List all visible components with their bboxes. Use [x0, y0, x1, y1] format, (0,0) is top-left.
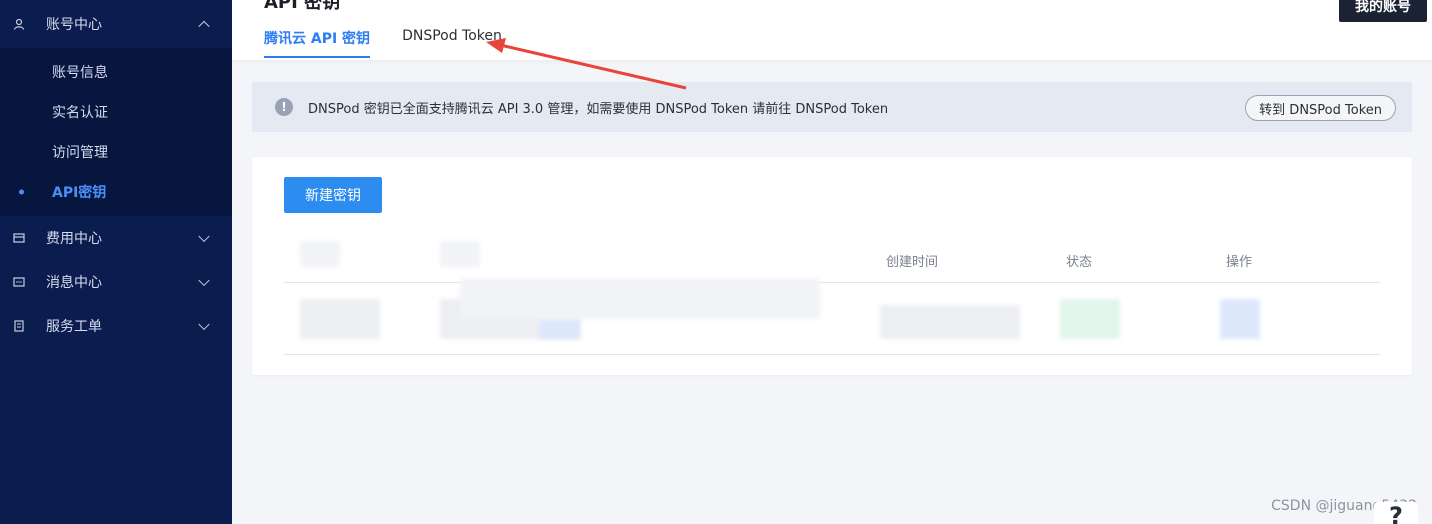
sidebar-submenu: 账号信息 实名认证 访问管理 API密钥 — [0, 48, 232, 216]
redacted-cell — [540, 319, 580, 339]
tab-bar: 腾讯云 API 密钥 DNSPod Token — [264, 28, 534, 58]
new-key-button[interactable]: 新建密钥 — [284, 177, 382, 213]
sidebar-group-label: 费用中心 — [46, 231, 102, 247]
table-row — [284, 279, 1380, 355]
sidebar-group-account-center[interactable]: 账号中心 — [0, 0, 232, 48]
wallet-icon — [12, 231, 26, 245]
redacted-cell — [300, 299, 380, 339]
my-account-button[interactable]: 我的账号 — [1339, 0, 1427, 22]
column-header-status: 状态 — [1066, 255, 1093, 270]
redacted-status — [1060, 299, 1120, 339]
notice-banner: ! DNSPod 密钥已全面支持腾讯云 API 3.0 管理，如需要使用 DNS… — [252, 82, 1412, 132]
page-header: API 密钥 腾讯云 API 密钥 DNSPod Token 我的账号 — [232, 0, 1432, 60]
sidebar: 账号中心 账号信息 实名认证 访问管理 API密钥 费用中心 消息中心 服务工单 — [0, 0, 232, 524]
sidebar-item-label: 实名认证 — [52, 105, 108, 121]
redacted-action — [1220, 299, 1260, 339]
chevron-up-icon — [198, 20, 210, 33]
user-icon — [12, 17, 26, 31]
chevron-down-icon — [198, 230, 210, 243]
help-icon[interactable]: ? — [1374, 502, 1418, 524]
api-keys-table: 创建时间 状态 操作 — [284, 237, 1380, 355]
sidebar-item-label: 账号信息 — [52, 65, 108, 81]
tab-tencent-cloud-api-keys[interactable]: 腾讯云 API 密钥 — [264, 28, 371, 58]
sidebar-item-account-info[interactable]: 账号信息 — [0, 52, 232, 92]
sidebar-group-billing[interactable]: 费用中心 — [0, 216, 232, 260]
goto-dnspod-token-button[interactable]: 转到 DNSPod Token — [1245, 95, 1396, 121]
redacted-header-cell — [440, 241, 480, 267]
column-header-created-time: 创建时间 — [886, 255, 939, 270]
tab-dnspod-token[interactable]: DNSPod Token — [402, 28, 502, 58]
message-icon — [12, 275, 26, 289]
notice-text: DNSPod 密钥已全面支持腾讯云 API 3.0 管理，如需要使用 DNSPo… — [308, 101, 889, 117]
sidebar-item-real-name[interactable]: 实名认证 — [0, 92, 232, 132]
redacted-cell — [880, 305, 1020, 339]
sidebar-group-messages[interactable]: 消息中心 — [0, 260, 232, 304]
sidebar-item-label: API密钥 — [52, 185, 107, 201]
chevron-down-icon — [198, 318, 210, 331]
sidebar-item-label: 访问管理 — [52, 145, 108, 161]
redacted-header-cell — [300, 241, 340, 267]
active-dot-icon — [19, 189, 24, 195]
column-header-actions: 操作 — [1226, 255, 1253, 270]
sidebar-group-label: 账号中心 — [46, 17, 102, 33]
page-title: API 密钥 — [264, 0, 341, 13]
redacted-cell — [460, 279, 820, 319]
table-header: 创建时间 状态 操作 — [284, 237, 1380, 283]
api-keys-card: 新建密钥 创建时间 状态 操作 — [252, 157, 1412, 375]
chevron-down-icon — [198, 274, 210, 287]
sidebar-group-label: 消息中心 — [46, 275, 102, 291]
sidebar-item-access-management[interactable]: 访问管理 — [0, 132, 232, 172]
sidebar-group-label: 服务工单 — [46, 319, 102, 335]
sidebar-item-api-keys[interactable]: API密钥 — [0, 172, 232, 212]
info-icon: ! — [275, 98, 293, 116]
ticket-icon — [12, 319, 26, 333]
sidebar-group-tickets[interactable]: 服务工单 — [0, 304, 232, 348]
